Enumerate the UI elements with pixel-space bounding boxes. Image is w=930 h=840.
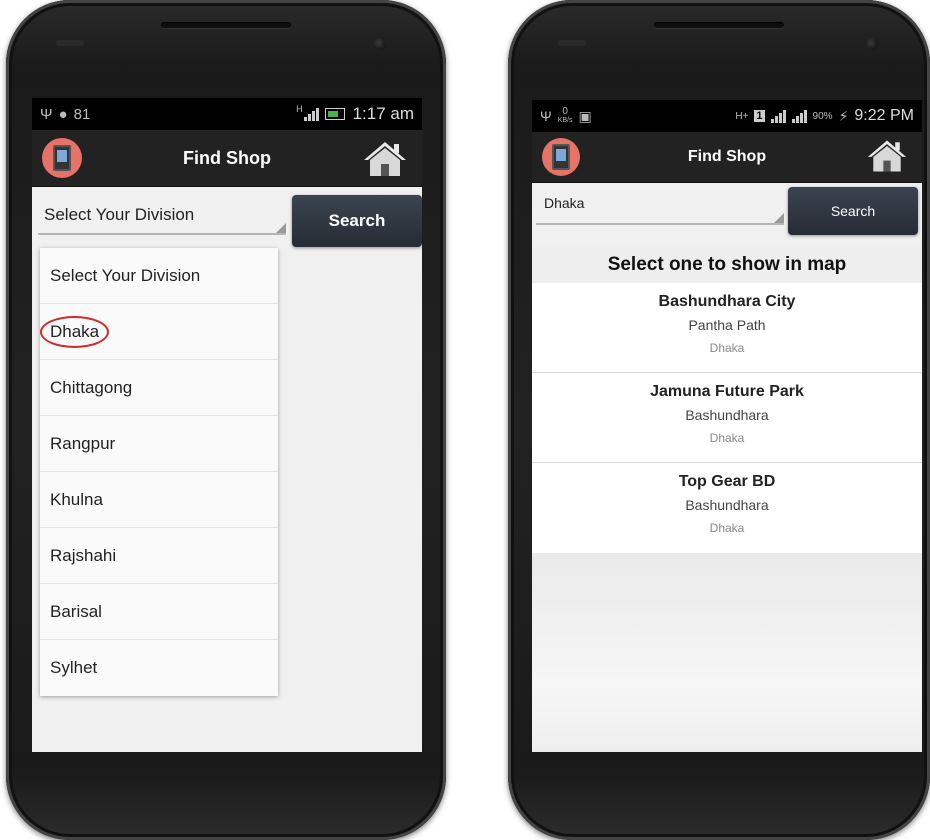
battery-charging-icon: ⚡ [838, 107, 849, 124]
battery-percent-text: 90% [812, 110, 833, 122]
home-icon[interactable] [362, 140, 408, 183]
list-heading: Select one to show in map [532, 247, 922, 283]
front-camera [866, 38, 878, 50]
signal-icon [303, 107, 319, 121]
app-bar: Find Shop [32, 130, 422, 187]
android-icon: ● [58, 105, 68, 123]
clock: 9:22 PM [854, 107, 914, 124]
signal-icon [770, 109, 786, 123]
image-icon: ▣ [578, 107, 592, 124]
left-screen: Ψ ● 81 H 1:17 am Find Shop Select Your D… [32, 98, 422, 752]
division-select[interactable]: Dhaka [536, 195, 784, 225]
signal-icon-2 [791, 109, 807, 123]
status-bar: Ψ 0 KB/s ▣ H+ 1 90% ⚡ 9:22 PM [532, 100, 922, 132]
division-option[interactable]: Barisal [40, 584, 278, 640]
search-button[interactable]: Search [292, 195, 422, 247]
shop-name: Top Gear BD [678, 473, 776, 490]
search-controls: Dhaka Search [532, 183, 922, 247]
shop-city: Dhaka [709, 521, 745, 535]
highlight-circle: Dhaka [40, 315, 110, 348]
shop-list-item[interactable]: Top Gear BD Bashundhara Dhaka [532, 463, 922, 553]
data-speed-indicator: 0 KB/s [557, 106, 573, 125]
speaker-grille [161, 22, 291, 28]
app-logo-icon[interactable] [42, 138, 82, 178]
shop-list: Bashundhara City Pantha Path Dhaka Jamun… [532, 283, 922, 553]
speaker-grille [654, 22, 784, 28]
dropdown-caret-icon [774, 213, 784, 223]
division-select-value: Dhaka [544, 195, 585, 211]
division-option[interactable]: Rajshahi [40, 528, 278, 584]
division-option[interactable]: Select Your Division [40, 248, 278, 304]
division-select-value: Select Your Division [44, 205, 195, 224]
right-phone: Ψ 0 KB/s ▣ H+ 1 90% ⚡ 9:22 PM Find Shop [508, 0, 930, 840]
shop-address: Bashundhara [685, 407, 769, 423]
clock: 1:17 am [352, 104, 414, 123]
dropdown-caret-icon [276, 223, 286, 233]
network-type-text: H+ [735, 110, 749, 122]
usb-icon: Ψ [40, 105, 53, 123]
app-bar: Find Shop [532, 132, 922, 183]
division-option[interactable]: Chittagong [40, 360, 278, 416]
shop-address: Pantha Path [688, 317, 766, 333]
division-select[interactable]: Select Your Division [38, 205, 286, 235]
battery-level-text: 81 [73, 105, 91, 123]
home-icon[interactable] [866, 138, 908, 179]
empty-area [532, 553, 922, 752]
sensor [56, 40, 84, 46]
left-phone: Ψ ● 81 H 1:17 am Find Shop Select Your D… [6, 0, 446, 840]
division-option[interactable]: Khulna [40, 472, 278, 528]
shop-list-item[interactable]: Bashundhara City Pantha Path Dhaka [532, 283, 922, 373]
shop-name: Jamuna Future Park [650, 383, 804, 400]
shop-address: Bashundhara [685, 497, 769, 513]
battery-icon [324, 108, 345, 120]
right-screen: Ψ 0 KB/s ▣ H+ 1 90% ⚡ 9:22 PM Find Shop [532, 100, 922, 752]
shop-name: Bashundhara City [658, 293, 796, 310]
sim-indicator: 1 [754, 110, 765, 122]
page-title: Find Shop [687, 148, 767, 165]
sensor [558, 40, 586, 46]
search-controls: Select Your Division Search [32, 187, 422, 249]
usb-icon: Ψ [540, 108, 552, 124]
shop-city: Dhaka [709, 341, 745, 355]
shop-city: Dhaka [709, 431, 745, 445]
division-option-dhaka[interactable]: Dhaka [40, 304, 278, 360]
network-type-text: H [296, 104, 303, 114]
division-option[interactable]: Sylhet [40, 640, 278, 696]
shop-list-item[interactable]: Jamuna Future Park Bashundhara Dhaka [532, 373, 922, 463]
front-camera [374, 38, 386, 50]
division-dropdown-list: Select Your Division Dhaka Chittagong Ra… [40, 248, 278, 696]
status-bar: Ψ ● 81 H 1:17 am [32, 98, 422, 130]
search-button[interactable]: Search [788, 187, 918, 235]
app-logo-icon[interactable] [542, 138, 580, 176]
division-option[interactable]: Rangpur [40, 416, 278, 472]
